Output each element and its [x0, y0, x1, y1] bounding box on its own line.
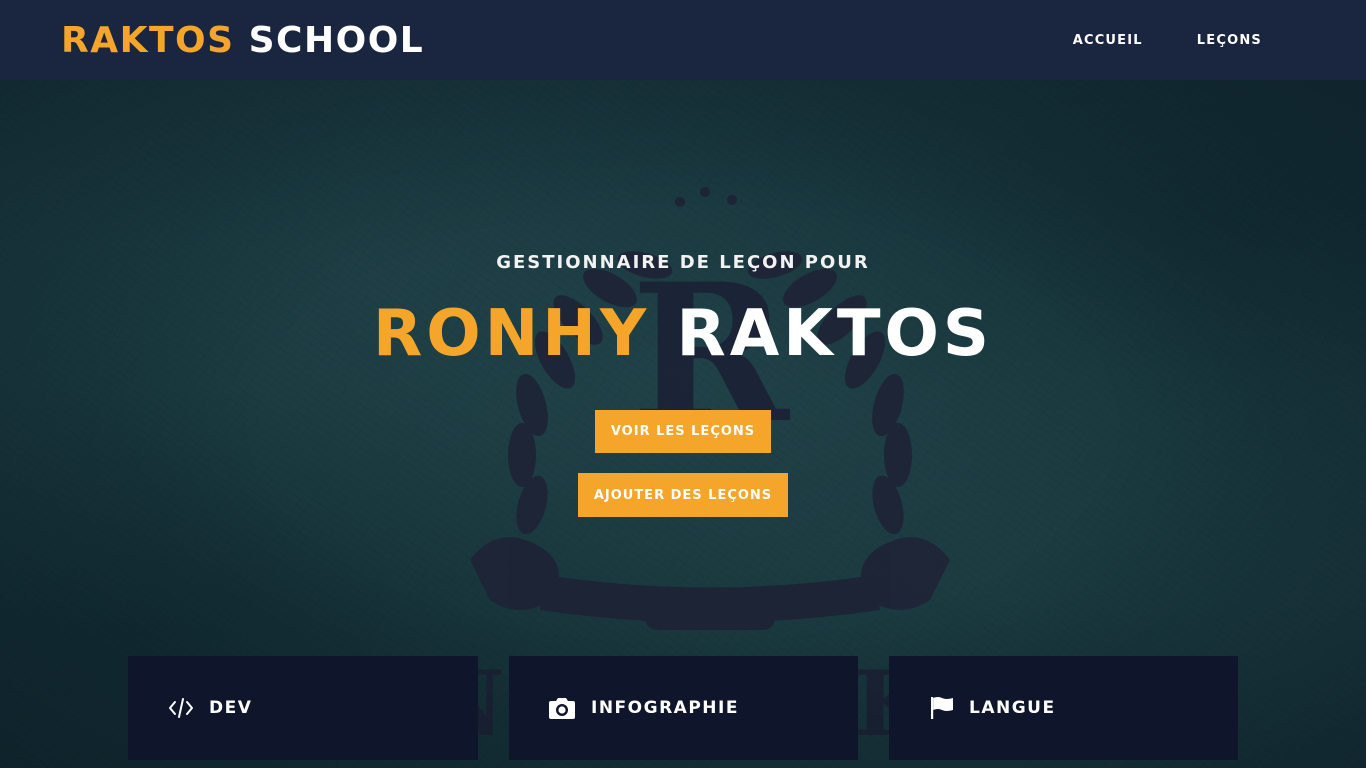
card-langue[interactable]: LANGUE: [889, 656, 1238, 760]
card-label: INFOGRAPHIE: [591, 698, 739, 718]
camera-icon: [549, 695, 575, 721]
brand-logo[interactable]: RAKTOS SCHOOL: [61, 20, 424, 61]
card-label: DEV: [209, 698, 253, 718]
add-lessons-button[interactable]: AJOUTER DES LEÇONS: [578, 473, 788, 517]
hero-title-accent: RONHY: [373, 297, 651, 371]
hero-title: RONHY RAKTOS: [0, 302, 1366, 366]
flag-icon: [929, 695, 955, 721]
nav-link-lecons[interactable]: LEÇONS: [1170, 25, 1289, 56]
view-lessons-button[interactable]: VOIR LES LEÇONS: [595, 410, 771, 453]
hero-subheading: GESTIONNAIRE DE LEÇON POUR: [496, 252, 870, 273]
top-navbar: RAKTOS SCHOOL ACCUEIL LEÇONS: [0, 0, 1366, 80]
brand-rest-text: SCHOOL: [248, 19, 425, 61]
nav-links: ACCUEIL LEÇONS: [1046, 25, 1289, 56]
hero-title-rest: RAKTOS: [676, 297, 993, 371]
hero-section: GESTIONNAIRE DE LEÇON POUR RONHY RAKTOS …: [0, 80, 1366, 640]
card-label: LANGUE: [969, 698, 1056, 718]
brand-accent-text: RAKTOS: [61, 19, 235, 61]
card-dev[interactable]: DEV: [128, 656, 478, 760]
code-icon: [168, 695, 194, 721]
card-infographie[interactable]: INFOGRAPHIE: [509, 656, 858, 760]
nav-link-accueil[interactable]: ACCUEIL: [1046, 25, 1170, 56]
